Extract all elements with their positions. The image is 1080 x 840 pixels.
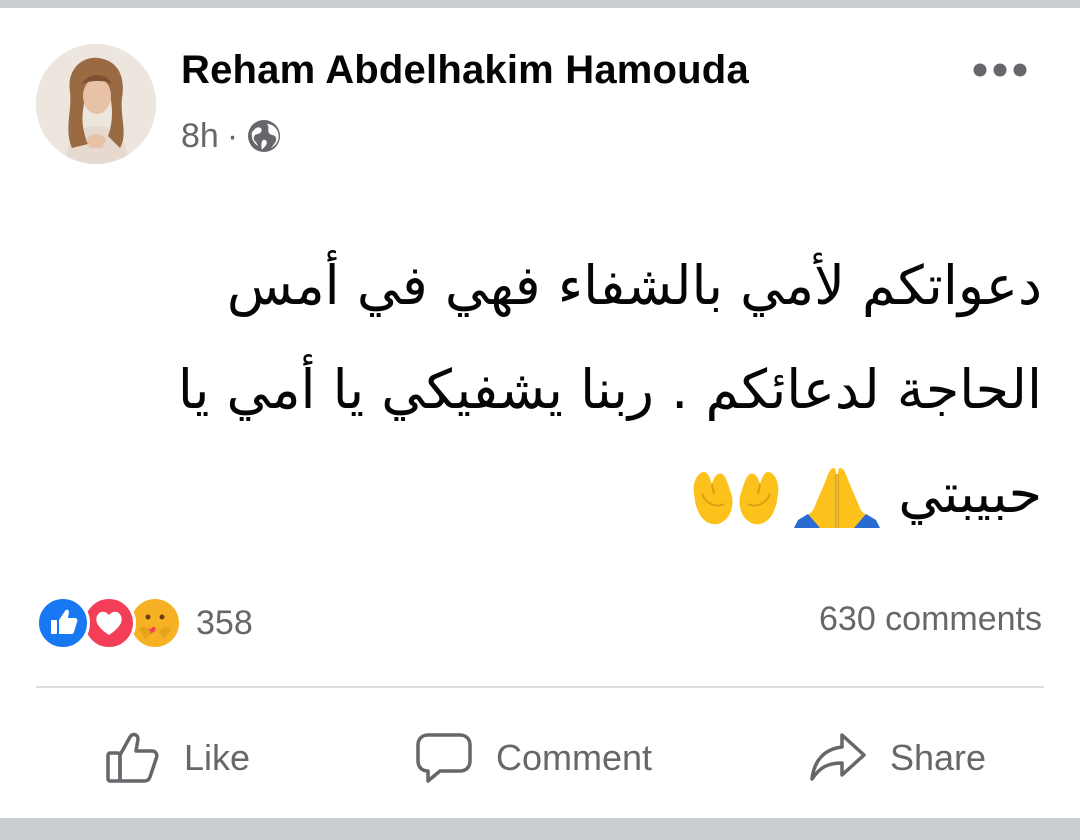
post-body: دعواتكم لأمي بالشفاء فهي في أمس الحاجة ل… [42,234,1042,546]
meta-separator: · [226,116,239,155]
divider [36,686,1044,688]
like-reaction-icon [36,596,90,650]
like-button[interactable]: Like [104,718,250,798]
post-text-line: الحاجة لدعائكم . ربنا يشفيكي يا أمي يا [177,358,1042,421]
top-separator-bar [0,0,1080,8]
author-name[interactable]: Reham Abdelhakim Hamouda [181,48,749,93]
share-button[interactable]: Share [808,718,986,798]
praying-hands-emoji [794,468,881,529]
post-text-line: حبيبتي [898,462,1042,525]
author-avatar[interactable] [36,44,156,164]
post-time[interactable]: 8h [181,117,219,156]
post-text-line: دعواتكم لأمي بالشفاء فهي في أمس [226,254,1042,317]
emoji-run [690,464,881,530]
share-arrow-icon [810,733,866,781]
palms-up-together-emoji [694,472,779,525]
like-label: Like [184,737,251,778]
comment-label: Comment [496,737,653,778]
comment-button[interactable]: Comment [414,718,652,798]
globe-icon[interactable] [246,118,282,154]
comment-icon [416,733,472,783]
share-label: Share [890,737,987,778]
avatar-photo [36,44,156,164]
post-actions-bar: Like Comment Share [0,718,1080,798]
bottom-separator-bar [0,818,1080,840]
comments-count[interactable]: 630 comments [819,600,1042,639]
post-meta: 8h · [181,114,282,158]
reaction-count: 358 [196,603,253,642]
reactions-summary[interactable]: 358 [36,596,253,650]
more-options-icon[interactable] [970,60,1030,80]
care-reaction-icon [128,596,182,650]
thumbs-up-icon [106,732,159,783]
post-text-line-last: حبيبتي [42,442,1042,546]
love-reaction-icon [82,596,136,650]
